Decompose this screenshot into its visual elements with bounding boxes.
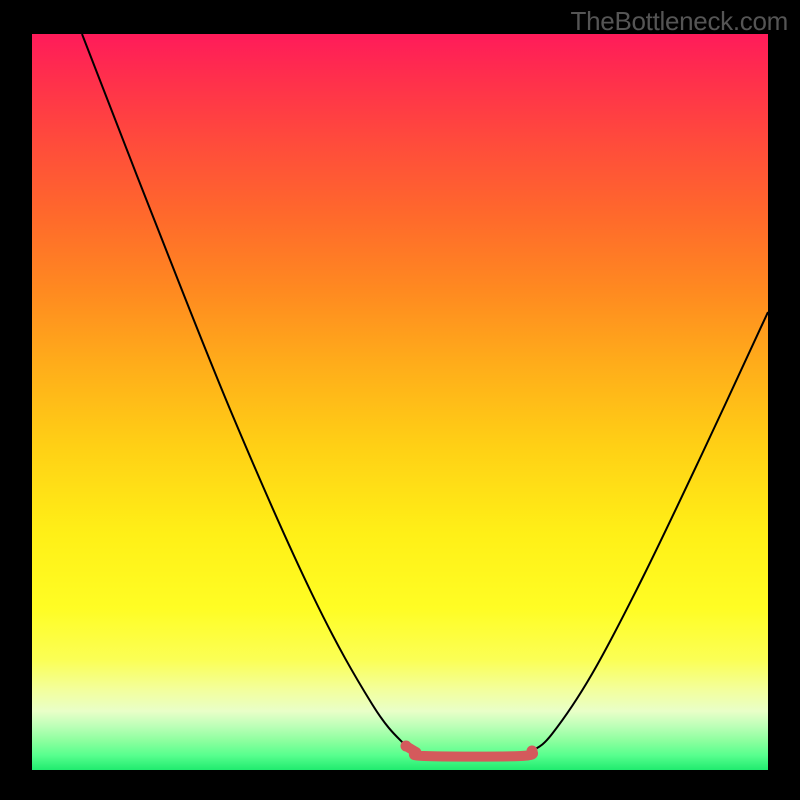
chart-svg — [32, 34, 768, 770]
highlight-segment — [406, 746, 533, 757]
plot-area — [32, 34, 768, 770]
bottleneck-curve — [82, 34, 768, 757]
watermark-text: TheBottleneck.com — [571, 6, 788, 37]
highlight-end-dot — [527, 746, 538, 757]
highlight-start-dot — [401, 741, 412, 752]
